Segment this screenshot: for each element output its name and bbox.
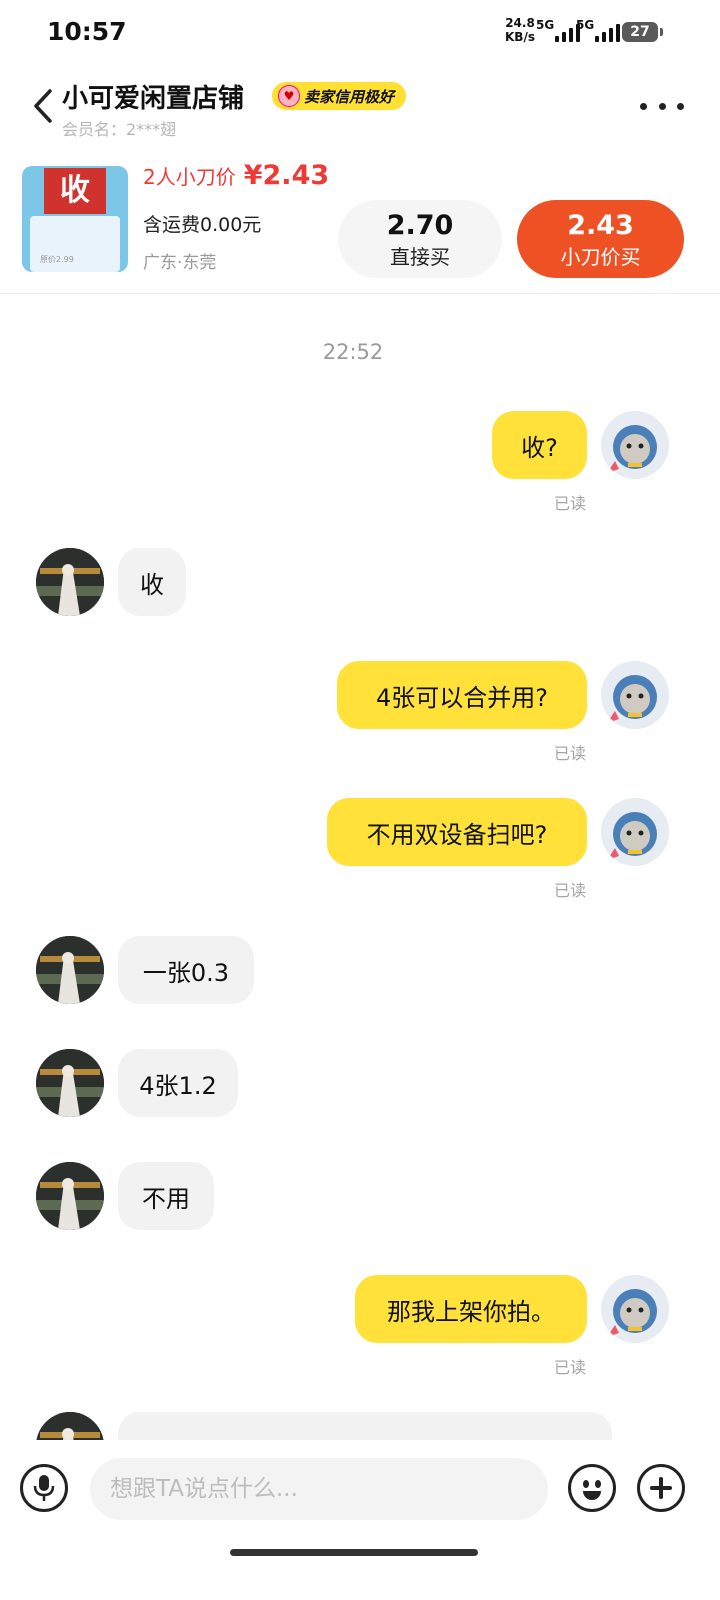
chat-timestamp: 22:52: [322, 340, 384, 364]
product-thumbnail[interactable]: 收 原价2.99: [22, 166, 128, 272]
bargain-buy-button[interactable]: 2.43 小刀价买: [517, 200, 684, 278]
mic-icon[interactable]: [20, 1464, 68, 1512]
message-bubble-sent[interactable]: 4张可以合并用?: [337, 661, 587, 729]
seller-avatar[interactable]: [36, 936, 104, 1004]
bargain-price: 2人小刀价 ¥2.43: [143, 160, 330, 191]
message-bubble-sent[interactable]: 不用双设备扫吧?: [327, 798, 587, 866]
message-bubble-received[interactable]: 一张0.3: [118, 936, 254, 1004]
message-bubble-received[interactable]: 4张1.2: [118, 1049, 238, 1117]
message-bubble-sent[interactable]: 那我上架你拍。: [355, 1275, 587, 1343]
read-receipt: 已读: [554, 494, 587, 513]
read-receipt: 已读: [554, 881, 587, 900]
read-receipt: 已读: [554, 744, 587, 763]
message-bubble-received[interactable]: 不用: [118, 1162, 214, 1230]
my-avatar[interactable]: [601, 661, 669, 729]
input-bar: [0, 1440, 720, 1600]
message-input[interactable]: [90, 1458, 548, 1520]
status-time: 10:57: [47, 17, 127, 46]
plus-icon[interactable]: [637, 1464, 685, 1512]
network-speed: 24.8 KB/s: [505, 16, 535, 44]
credit-badge[interactable]: ♥ 卖家信用极好: [272, 82, 407, 110]
member-name: 会员名：2***翅: [62, 120, 177, 139]
my-avatar[interactable]: [601, 1275, 669, 1343]
my-avatar[interactable]: [601, 798, 669, 866]
message-bubble-sent[interactable]: 收?: [492, 411, 587, 479]
message-bubble-received[interactable]: 收: [118, 548, 186, 616]
back-icon[interactable]: [28, 86, 58, 126]
battery-icon: 27: [622, 22, 663, 42]
heart-eyes-icon: ♥: [278, 85, 300, 107]
seller-avatar[interactable]: [36, 1162, 104, 1230]
product-card[interactable]: 收 原价2.99 2人小刀价 ¥2.43 含运费0.00元 广东·东莞 2.70 …: [0, 148, 720, 294]
emoji-icon[interactable]: [568, 1464, 616, 1512]
shipping-fee: 含运费0.00元: [143, 214, 262, 236]
more-icon[interactable]: [640, 96, 684, 116]
shop-name[interactable]: 小可爱闲置店铺: [62, 78, 244, 115]
my-avatar[interactable]: [601, 411, 669, 479]
seller-avatar[interactable]: [36, 548, 104, 616]
status-bar: 10:57 24.8 KB/s 5G 5G 27: [0, 0, 720, 66]
read-receipt: 已读: [554, 1358, 587, 1377]
seller-avatar[interactable]: [36, 1049, 104, 1117]
home-indicator[interactable]: [230, 1549, 478, 1556]
chat-header: 小可爱闲置店铺 ♥ 卖家信用极好 会员名：2***翅: [0, 66, 720, 146]
signal-sim1-icon: 5G: [536, 18, 580, 44]
direct-buy-button[interactable]: 2.70 直接买: [338, 200, 502, 278]
signal-sim2-icon: 5G: [576, 18, 620, 44]
location: 广东·东莞: [143, 253, 217, 273]
